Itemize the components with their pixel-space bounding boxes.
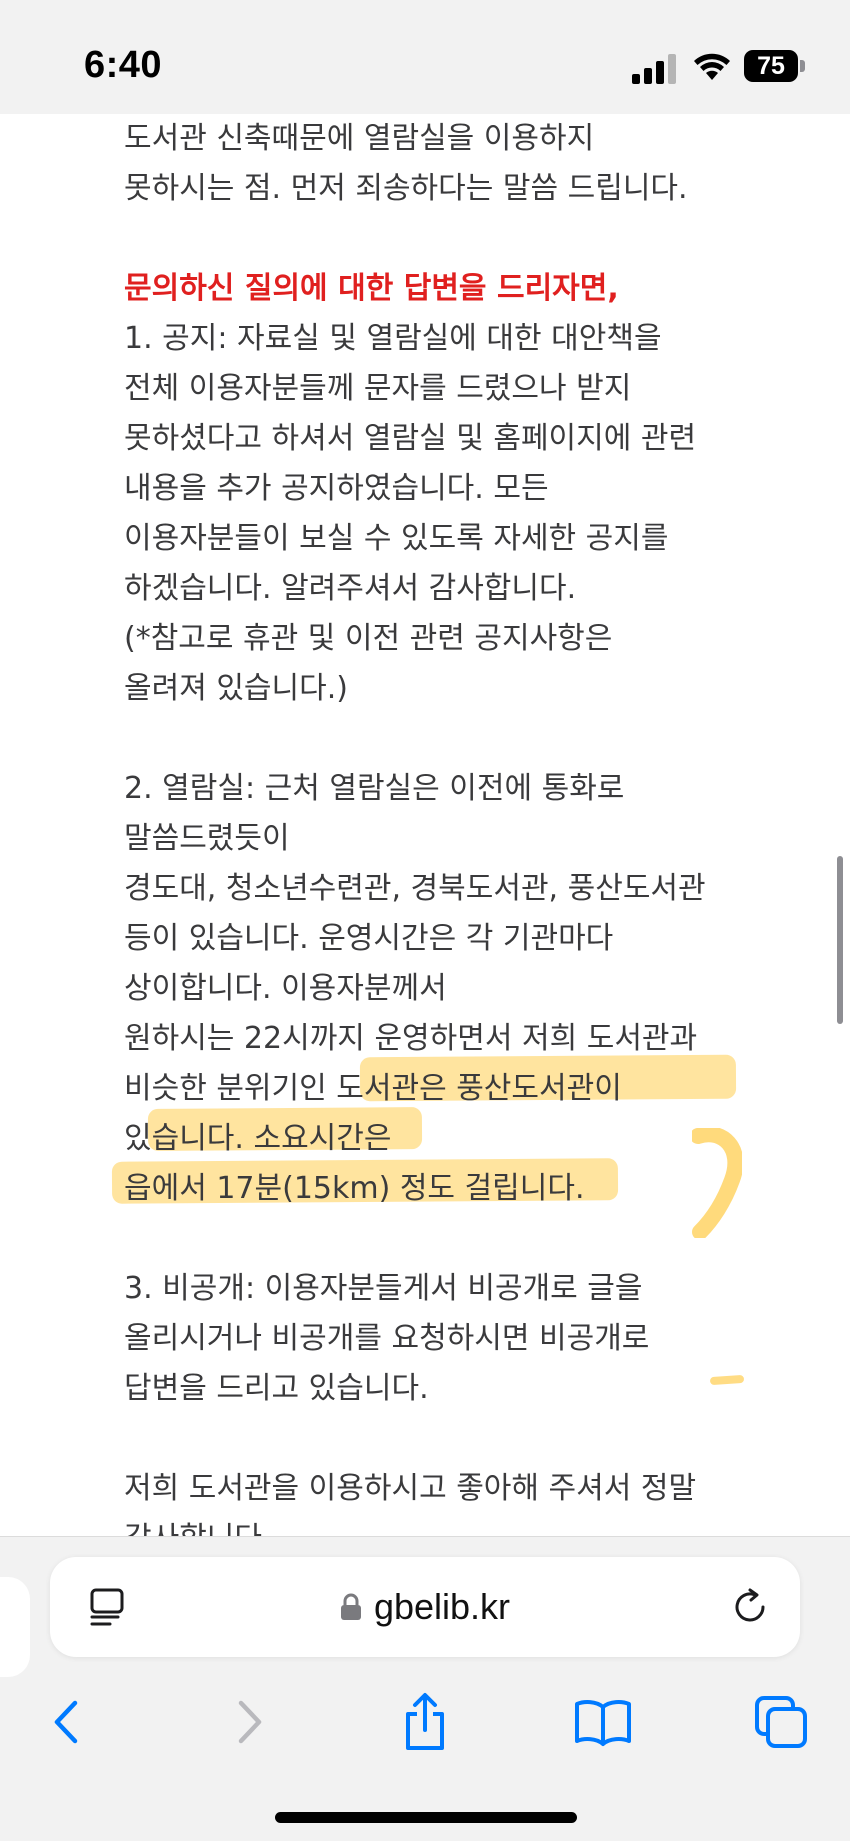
status-bar: 6:40 75: [0, 0, 850, 114]
text-line: 이용자분들이 보실 수 있도록 자세한 공지를: [124, 521, 669, 556]
answer-heading: 문의하신 질의에 대한 답변을 드리자면,: [124, 271, 619, 306]
bookmarks-button[interactable]: [568, 1687, 638, 1757]
share-icon: [406, 1693, 444, 1750]
text-line: 3. 비공개: 이용자분들게서 비공개로 글을: [124, 1271, 643, 1306]
battery-icon: 75: [744, 50, 806, 82]
text-line: 원하시는 22시까지 운영하면서 저희 도서관과: [124, 1021, 698, 1056]
text-line: (*참고로 휴관 및 이전 관련 공지사항은: [124, 621, 613, 656]
status-time: 6:40: [84, 44, 163, 86]
text-line: 경도대, 청소년수련관, 경북도서관, 풍산도서관: [124, 871, 706, 906]
chevron-right-icon: [238, 1700, 262, 1744]
text-line: 2. 열람실: 근처 열람실은 이전에 통화로: [124, 771, 625, 806]
text-line: 저희 도서관을 이용하시고 좋아해 주셔서 정말: [124, 1471, 697, 1506]
text-line: 올리시거나 비공개를 요청하시면 비공개로: [124, 1321, 650, 1356]
text-line: 등이 있습니다. 운영시간은 각 기관마다: [124, 921, 614, 956]
address-bar[interactable]: gbelib.kr: [50, 1557, 800, 1657]
tabs-icon: [755, 1696, 807, 1748]
share-button[interactable]: [390, 1687, 460, 1757]
battery-level: 75: [757, 52, 785, 80]
battery-cap: [800, 60, 805, 72]
chevron-left-icon: [54, 1700, 78, 1744]
text-line: 상이합니다. 이용자분께서: [124, 971, 447, 1006]
text-line: 읍에서 17분(15km) 정도 걸립니다.: [124, 1171, 585, 1206]
scrollbar[interactable]: [837, 856, 843, 1024]
wifi-icon: [694, 53, 730, 80]
home-indicator[interactable]: [275, 1812, 577, 1823]
cellular-signal-icon: [632, 54, 676, 84]
article-text: 도서관 신축때문에 열람실을 이용하지 못하시는 점. 먼저 죄송하다는 말씀 …: [124, 114, 824, 1536]
text-line: 전체 이용자분들께 문자를 드렸으나 받지: [124, 371, 632, 406]
text-line: 감사합니다: [124, 1514, 824, 1536]
text-line: 올려져 있습니다.): [124, 671, 348, 706]
forward-button[interactable]: [214, 1687, 284, 1757]
text-line: 내용을 추가 공지하였습니다. 모든: [124, 471, 549, 506]
back-button[interactable]: [32, 1687, 102, 1757]
text-line: 도서관 신축때문에 열람실을 이용하지: [124, 121, 595, 156]
text-line: 못하셨다고 하셔서 열람실 및 홈페이지에 관련: [124, 421, 697, 456]
text-line: 못하시는 점. 먼저 죄송하다는 말씀 드립니다.: [124, 171, 688, 206]
lock-icon: [340, 1593, 361, 1620]
text-line: 비슷한 분위기인 도서관은 풍산도서관이: [124, 1071, 622, 1106]
url-text[interactable]: gbelib.kr: [374, 1586, 510, 1628]
previous-tab-preview[interactable]: [0, 1577, 30, 1677]
text-line: 하겠습니다. 알려주셔서 감사합니다.: [124, 571, 577, 606]
web-content[interactable]: 도서관 신축때문에 열람실을 이용하지 못하시는 점. 먼저 죄송하다는 말씀 …: [0, 114, 850, 1536]
url-display[interactable]: gbelib.kr: [50, 1557, 800, 1657]
reload-icon[interactable]: [730, 1587, 770, 1627]
book-icon: [575, 1700, 631, 1746]
text-line: 답변을 드리고 있습니다.: [124, 1371, 429, 1406]
text-line: 1. 공지: 자료실 및 열람실에 대한 대안책을: [124, 321, 662, 356]
tabs-button[interactable]: [746, 1687, 816, 1757]
text-line: 말씀드렸듯이: [124, 821, 290, 856]
browser-toolbar: gbelib.kr: [0, 1536, 850, 1841]
text-line: 있습니다. 소요시간은: [124, 1121, 392, 1156]
